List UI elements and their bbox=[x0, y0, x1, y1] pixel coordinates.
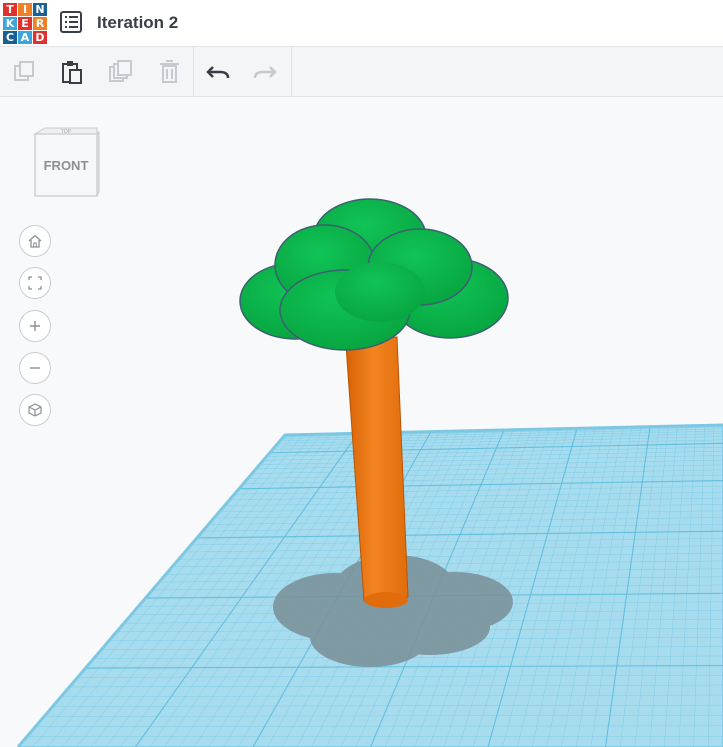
copy-button[interactable] bbox=[10, 57, 40, 87]
delete-button[interactable] bbox=[154, 57, 184, 87]
paste-button[interactable] bbox=[57, 57, 87, 87]
top-bar: T I N K E R C A D Iteration 2 bbox=[0, 0, 723, 47]
zoom-out-icon bbox=[30, 367, 40, 369]
logo-letter: T bbox=[3, 3, 17, 16]
paste-icon bbox=[62, 61, 82, 84]
workspace-viewport[interactable]: TOP FRONT bbox=[0, 97, 723, 747]
duplicate-button[interactable] bbox=[106, 57, 136, 87]
design-title[interactable]: Iteration 2 bbox=[97, 13, 178, 33]
logo-letter: E bbox=[18, 17, 32, 30]
view-cube-top-label: TOP bbox=[61, 129, 72, 135]
edit-toolbar bbox=[0, 47, 723, 97]
toolbar-divider bbox=[291, 47, 292, 97]
zoom-in-button[interactable] bbox=[19, 310, 51, 342]
logo-letter: C bbox=[3, 31, 17, 44]
zoom-out-button[interactable] bbox=[19, 352, 51, 384]
logo-letter: R bbox=[33, 17, 47, 30]
copy-icon bbox=[14, 61, 34, 81]
toolbar-divider bbox=[193, 47, 194, 97]
logo-letter: I bbox=[18, 3, 32, 16]
logo-letter: N bbox=[33, 3, 47, 16]
view-cube[interactable]: TOP FRONT bbox=[31, 126, 103, 200]
home-view-button[interactable] bbox=[19, 225, 51, 257]
duplicate-icon bbox=[109, 60, 132, 82]
delete-icon bbox=[160, 60, 179, 83]
fit-view-icon bbox=[28, 276, 42, 290]
logo-letter: K bbox=[3, 17, 17, 30]
view-cube-front-label: FRONT bbox=[44, 158, 89, 173]
undo-icon bbox=[206, 66, 230, 79]
logo-letter: A bbox=[18, 31, 32, 44]
redo-icon bbox=[253, 66, 277, 79]
redo-button[interactable] bbox=[250, 57, 280, 87]
home-view-icon bbox=[28, 234, 42, 248]
perspective-icon bbox=[28, 403, 42, 417]
zoom-in-icon bbox=[30, 321, 40, 331]
fit-view-button[interactable] bbox=[19, 267, 51, 299]
scene-canvas[interactable] bbox=[0, 97, 723, 747]
logo-letter: D bbox=[33, 31, 47, 44]
view-cube-shape: TOP FRONT bbox=[33, 127, 100, 197]
tree-foliage[interactable] bbox=[239, 198, 509, 351]
design-list-button[interactable] bbox=[60, 11, 82, 33]
perspective-button[interactable] bbox=[19, 394, 51, 426]
trunk-base bbox=[364, 592, 408, 608]
tinkercad-logo[interactable]: T I N K E R C A D bbox=[3, 3, 47, 45]
undo-button[interactable] bbox=[203, 57, 233, 87]
